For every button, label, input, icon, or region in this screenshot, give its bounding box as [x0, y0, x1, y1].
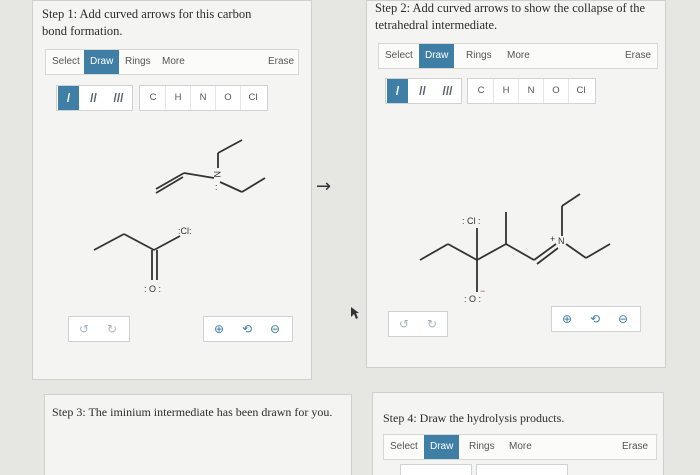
draw-tool[interactable]: Draw [419, 44, 455, 68]
more-tool[interactable]: More [505, 435, 536, 459]
reset-icon[interactable]: ⟲ [234, 317, 260, 341]
redo-icon[interactable]: ↻ [99, 317, 125, 341]
atom-o-button[interactable]: O [544, 79, 569, 103]
chlorine-label[interactable]: :Cl: [178, 226, 192, 236]
reaction-arrow: → [316, 176, 332, 197]
more-tool[interactable]: More [503, 44, 534, 68]
undo-icon[interactable]: ↺ [391, 312, 417, 336]
atom-n-button[interactable]: N [191, 86, 216, 110]
single-bond-button[interactable]: / [58, 86, 79, 110]
step3-title: Step 3: The iminium intermediate has bee… [52, 405, 333, 419]
more-tool[interactable]: More [158, 50, 189, 74]
nitrogen-label[interactable]: N [212, 171, 222, 178]
bond [561, 193, 581, 207]
cursor-icon [351, 307, 359, 319]
erase-tool[interactable]: Erase [268, 50, 294, 74]
rings-tool[interactable]: Rings [465, 435, 499, 459]
bond [217, 139, 243, 154]
redo-icon[interactable]: ↻ [419, 312, 445, 336]
single-bond-button[interactable]: / [387, 79, 408, 103]
triple-bond-button[interactable]: /// [437, 79, 458, 103]
rings-tool[interactable]: Rings [462, 44, 496, 68]
atom-c-button[interactable]: C [141, 86, 166, 110]
bond [155, 176, 184, 194]
double-bond-button[interactable]: // [83, 86, 104, 110]
atom-h-button[interactable]: H [494, 79, 519, 103]
select-tool[interactable]: Select [381, 44, 417, 68]
bond [155, 172, 185, 190]
oxygen-charge: − [480, 286, 485, 296]
bond [565, 243, 587, 259]
step2-bond-group: / // /// [385, 78, 462, 104]
bond [241, 177, 266, 193]
step1-bond-group: / // /// [56, 85, 133, 111]
zoom-in-icon[interactable]: ⊕ [206, 317, 232, 341]
zoom-out-icon[interactable]: ⊖ [610, 307, 636, 331]
bond [93, 233, 125, 251]
chlorine-label[interactable]: : Cl : [462, 216, 481, 226]
step1-zoom-group: ⊕ ⟲ ⊖ [203, 316, 293, 342]
rings-tool[interactable]: Rings [121, 50, 155, 74]
bond [476, 243, 507, 261]
step1-toolbar: Select Draw Rings More Erase [45, 49, 299, 75]
triple-bond-button[interactable]: /// [108, 86, 129, 110]
step2-zoom-group: ⊕ ⟲ ⊖ [551, 306, 641, 332]
atom-cl-button[interactable]: Cl [241, 86, 265, 110]
step1-title: Step 1: Add curved arrows for this carbo… [42, 7, 252, 38]
zoom-in-icon[interactable]: ⊕ [554, 307, 580, 331]
bond [585, 243, 611, 259]
oxygen-label[interactable]: : O : [464, 294, 481, 304]
step4-title: Step 4: Draw the hydrolysis products. [383, 411, 565, 425]
bond [219, 181, 243, 193]
step4-atom-group-partial [476, 464, 568, 475]
draw-tool[interactable]: Draw [424, 435, 460, 459]
zoom-out-icon[interactable]: ⊖ [262, 317, 288, 341]
atom-h-button[interactable]: H [166, 86, 191, 110]
step2-molecule-canvas[interactable]: : Cl : N + : O : − [410, 180, 630, 310]
nitrogen-charge: + [550, 234, 555, 244]
nitrogen-lone-pair: : [215, 182, 218, 192]
atom-n-button[interactable]: N [519, 79, 544, 103]
erase-tool[interactable]: Erase [622, 435, 648, 459]
step4-toolbar: Select Draw Rings More Erase [383, 434, 657, 460]
step2-atom-group: C H N O Cl [467, 78, 596, 104]
reset-icon[interactable]: ⟲ [582, 307, 608, 331]
atom-o-button[interactable]: O [216, 86, 241, 110]
oxygen-label[interactable]: : O : [144, 284, 161, 294]
nitrogen-label[interactable]: N [558, 236, 565, 246]
step4-bond-group-partial [400, 464, 472, 475]
step2-history-group: ↺ ↻ [388, 311, 448, 337]
atom-c-button[interactable]: C [469, 79, 494, 103]
bond [505, 243, 535, 261]
atom-cl-button[interactable]: Cl [569, 79, 593, 103]
bond [153, 235, 181, 251]
erase-tool[interactable]: Erase [625, 44, 651, 68]
step2-toolbar: Select Draw Rings More Erase [378, 43, 658, 69]
double-bond-button[interactable]: // [412, 79, 433, 103]
bond [447, 243, 478, 261]
step1-molecule-canvas[interactable]: N : :Cl: : O : [80, 120, 290, 300]
step2-title: Step 2: Add curved arrows to show the co… [375, 1, 646, 32]
bond [123, 233, 155, 251]
step1-history-group: ↺ ↻ [68, 316, 130, 342]
bond [419, 243, 449, 261]
select-tool[interactable]: Select [48, 50, 84, 74]
step1-atom-group: C H N O Cl [139, 85, 268, 111]
draw-tool[interactable]: Draw [84, 50, 120, 74]
select-tool[interactable]: Select [386, 435, 422, 459]
bond [183, 172, 215, 179]
undo-icon[interactable]: ↺ [71, 317, 97, 341]
